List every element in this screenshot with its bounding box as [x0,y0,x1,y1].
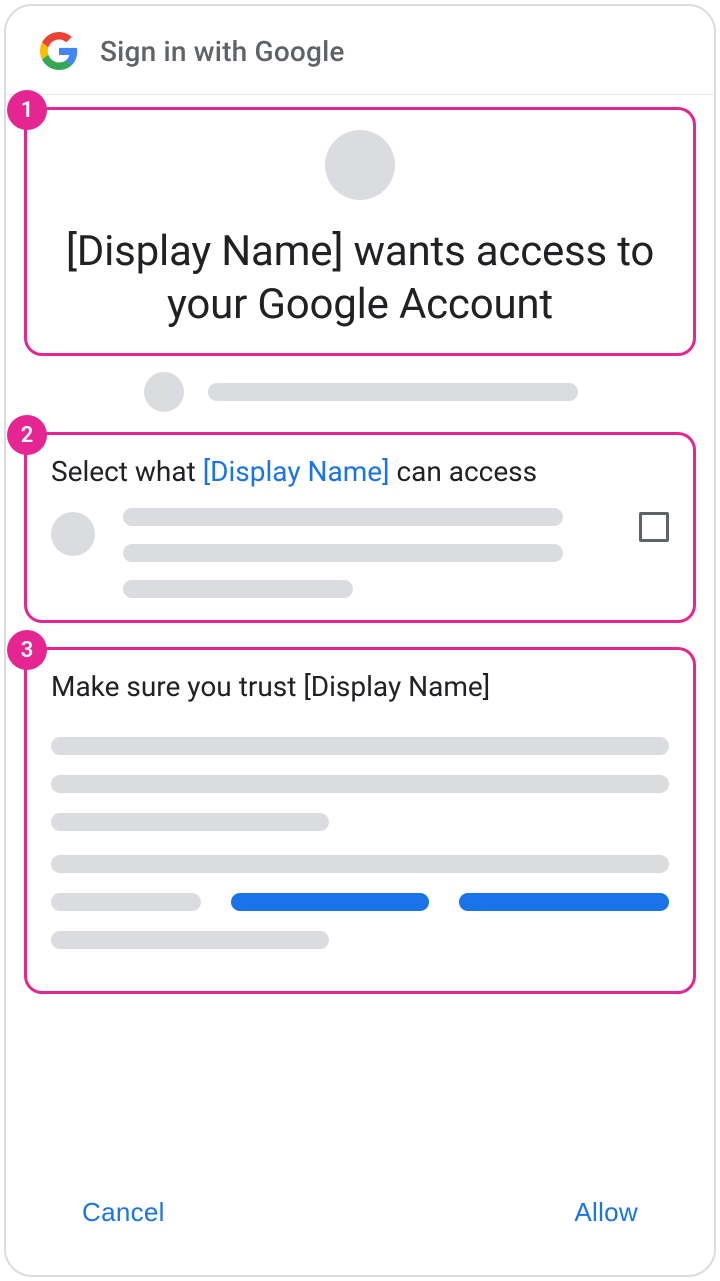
scope-item [51,508,669,598]
header: Sign in with Google [6,6,714,94]
consent-heading: [Display Name] wants access to your Goog… [51,226,669,331]
google-logo-icon [40,32,78,70]
scope-heading: Select what [Display Name] can access [51,455,669,488]
cancel-button[interactable]: Cancel [76,1196,171,1229]
scope-icon [51,512,95,556]
trust-paragraph-1 [51,737,669,831]
scope-checkbox[interactable] [639,512,669,542]
app-logo-placeholder [325,130,395,200]
callout-badge-3: 3 [7,630,47,670]
trust-heading: Make sure you trust [Display Name] [51,670,669,703]
consent-dialog: Sign in with Google 1 [Display Name] wan… [4,4,716,1277]
app-name-link[interactable]: [Display Name] [203,455,390,488]
callout-badge-1: 1 [7,90,47,130]
allow-button[interactable]: Allow [568,1196,644,1229]
callout-badge-2: 2 [7,415,47,455]
trust-paragraph-2 [51,855,669,949]
action-bar: Cancel Allow [6,1156,714,1275]
terms-link-placeholder[interactable] [459,893,669,911]
account-email-placeholder [208,383,578,401]
user-avatar-icon [144,372,184,412]
section-trust: 3 Make sure you trust [Display Name] [24,647,696,994]
scope-heading-pre: Select what [51,455,203,488]
scope-description-placeholder [123,508,611,598]
scope-heading-post: can access [390,455,538,488]
section-scope-select: 2 Select what [Display Name] can access [24,432,696,623]
account-chip[interactable] [24,356,696,428]
privacy-link-placeholder[interactable] [231,893,429,911]
divider [6,94,714,95]
header-title: Sign in with Google [100,35,345,68]
section-app-identity: 1 [Display Name] wants access to your Go… [24,107,696,356]
